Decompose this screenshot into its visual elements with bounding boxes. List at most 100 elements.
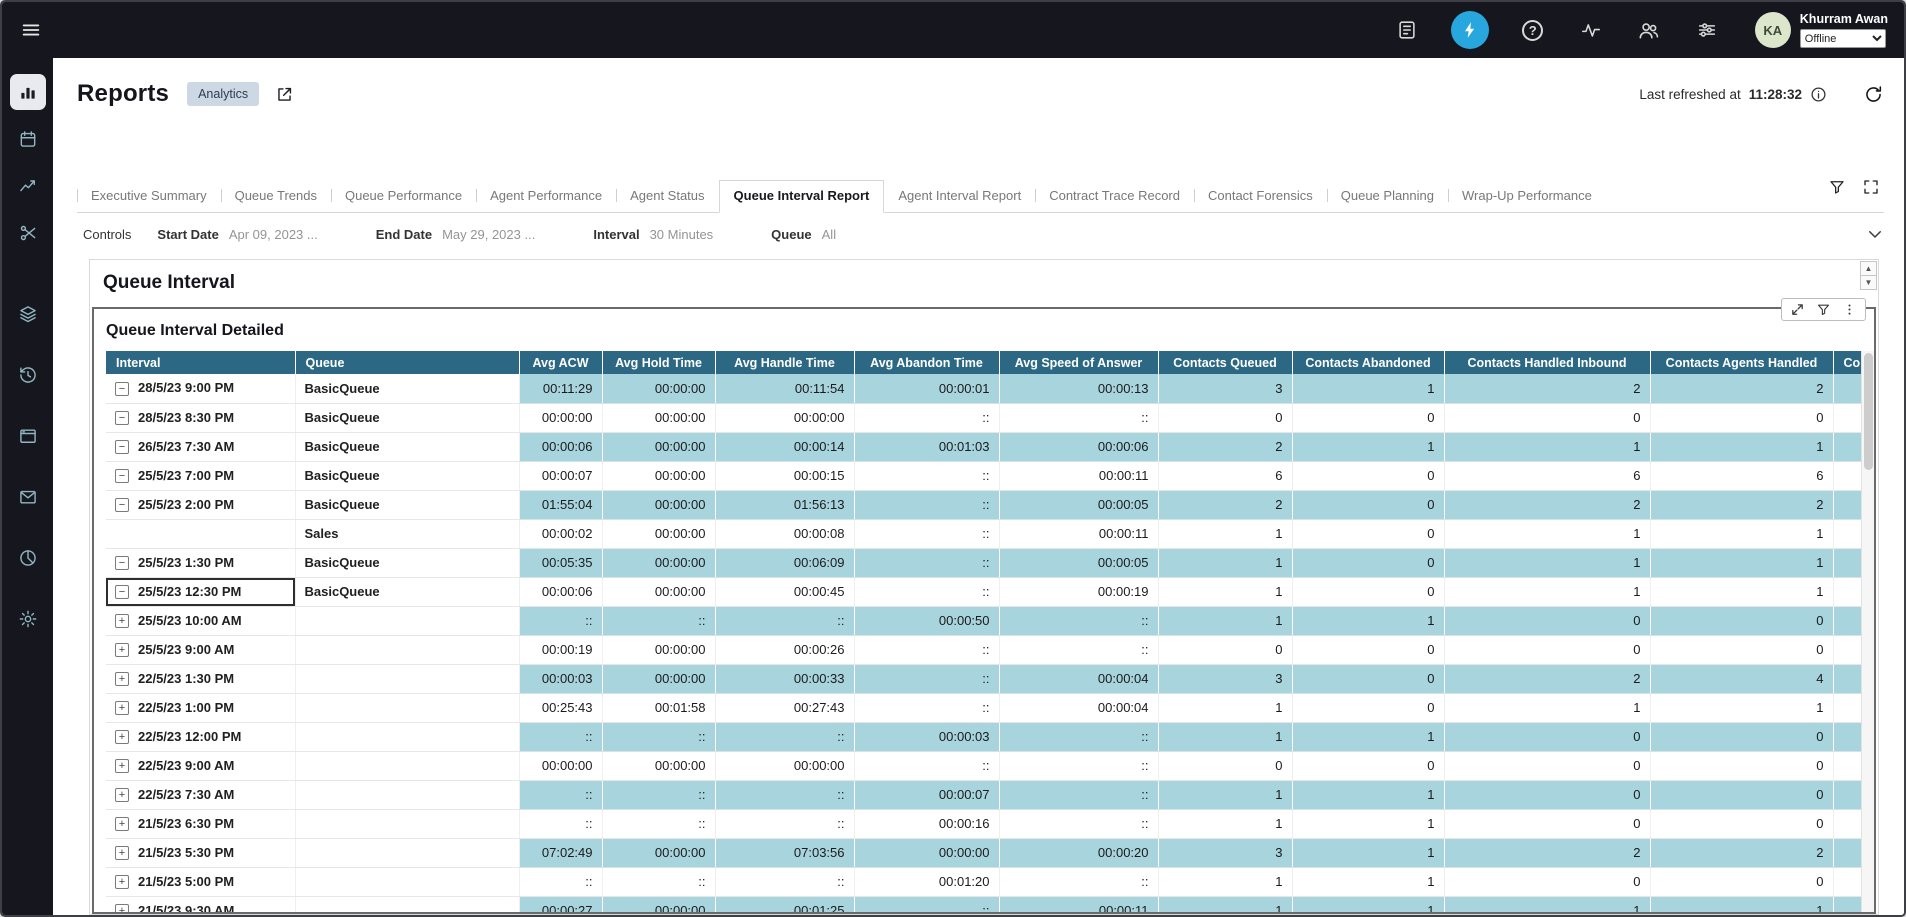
value-cell[interactable]: 00:06:09 [715, 548, 854, 577]
value-cell[interactable]: 0 [1292, 490, 1444, 519]
collapse-row-icon[interactable]: − [115, 382, 129, 396]
value-cell[interactable]: :: [602, 606, 715, 635]
value-cell[interactable]: 1 [1292, 374, 1444, 403]
value-cell[interactable]: 0 [1650, 780, 1833, 809]
column-header-co[interactable]: Co [1833, 351, 1861, 374]
interval-cell[interactable]: +21/5/23 5:00 PM [106, 867, 295, 896]
value-cell[interactable]: 00:00:04 [999, 693, 1158, 722]
scrollbar-thumb[interactable] [1864, 353, 1873, 470]
value-cell[interactable]: :: [715, 867, 854, 896]
value-cell[interactable]: 00:01:58 [602, 693, 715, 722]
value-cell[interactable]: 1 [1292, 780, 1444, 809]
control-start-date[interactable]: Start DateApr 09, 2023 ... [157, 227, 317, 242]
value-cell[interactable]: 00:00:14 [715, 432, 854, 461]
tab-agent-performance[interactable]: Agent Performance [476, 181, 616, 212]
collapse-row-icon[interactable]: − [115, 440, 129, 454]
value-cell[interactable]: 6 [1444, 461, 1650, 490]
interval-cell[interactable]: −25/5/23 1:30 PM [106, 548, 295, 577]
value-cell[interactable]: 00:00:00 [602, 548, 715, 577]
column-header-interval[interactable]: Interval [106, 351, 295, 374]
value-cell[interactable]: 0 [1292, 664, 1444, 693]
tab-queue-performance[interactable]: Queue Performance [331, 181, 476, 212]
value-cell[interactable]: 2 [1650, 490, 1833, 519]
value-cell[interactable]: 2 [1444, 664, 1650, 693]
value-cell[interactable]: 1 [1650, 519, 1833, 548]
value-cell[interactable]: 0 [1650, 722, 1833, 751]
queue-cell[interactable] [295, 809, 519, 838]
queue-cell[interactable]: BasicQueue [295, 432, 519, 461]
lightning-icon[interactable] [1451, 11, 1489, 49]
value-cell[interactable]: 00:00:02 [519, 519, 602, 548]
tab-contract-trace-record[interactable]: Contract Trace Record [1035, 181, 1194, 212]
tab-contact-forensics[interactable]: Contact Forensics [1194, 181, 1327, 212]
value-cell[interactable]: 00:00:50 [854, 606, 999, 635]
value-cell[interactable]: 0 [1158, 403, 1292, 432]
filter-icon[interactable] [1828, 178, 1846, 196]
queue-cell[interactable]: BasicQueue [295, 374, 519, 403]
value-cell[interactable]: 00:00:00 [602, 896, 715, 912]
value-cell[interactable]: :: [999, 751, 1158, 780]
scroll-up-button[interactable]: ▲ [1860, 261, 1877, 276]
sidebar-item-settings[interactable] [10, 601, 46, 637]
value-cell[interactable]: 0 [1292, 751, 1444, 780]
value-cell[interactable]: 0 [1444, 722, 1650, 751]
value-cell[interactable]: 1 [1158, 809, 1292, 838]
collapse-row-icon[interactable]: − [115, 556, 129, 570]
value-cell[interactable]: 00:00:27 [519, 896, 602, 912]
tab-queue-planning[interactable]: Queue Planning [1327, 181, 1448, 212]
interval-cell[interactable]: −25/5/23 7:00 PM [106, 461, 295, 490]
control-queue[interactable]: QueueAll [771, 227, 836, 242]
column-header-contacts-abandoned[interactable]: Contacts Abandoned [1292, 351, 1444, 374]
control-interval[interactable]: Interval30 Minutes [593, 227, 713, 242]
interval-cell[interactable]: +25/5/23 9:00 AM [106, 635, 295, 664]
sidebar-item-layers[interactable] [10, 296, 46, 332]
value-cell[interactable]: 1 [1444, 519, 1650, 548]
value-cell[interactable]: :: [854, 548, 999, 577]
value-cell[interactable]: 00:00:00 [602, 374, 715, 403]
value-cell[interactable]: 0 [1444, 403, 1650, 432]
value-cell[interactable]: 0 [1292, 548, 1444, 577]
value-cell[interactable]: :: [854, 664, 999, 693]
users-icon[interactable] [1635, 16, 1663, 44]
value-cell[interactable]: :: [854, 577, 999, 606]
value-cell[interactable]: :: [602, 780, 715, 809]
info-icon[interactable] [1810, 86, 1827, 103]
value-cell[interactable]: :: [854, 519, 999, 548]
interval-cell[interactable]: +22/5/23 7:30 AM [106, 780, 295, 809]
value-cell[interactable]: 00:00:07 [854, 780, 999, 809]
queue-cell[interactable]: BasicQueue [295, 548, 519, 577]
control-end-date[interactable]: End DateMay 29, 2023 ... [376, 227, 536, 242]
collapse-row-icon[interactable]: − [115, 498, 129, 512]
value-cell[interactable]: 00:00:00 [519, 751, 602, 780]
queue-cell[interactable]: Sales [295, 519, 519, 548]
value-cell[interactable]: 00:00:08 [715, 519, 854, 548]
column-header-contacts-agents-handled[interactable]: Contacts Agents Handled [1650, 351, 1833, 374]
value-cell[interactable]: 00:00:15 [715, 461, 854, 490]
table-scrollbar[interactable] [1861, 351, 1874, 912]
value-cell[interactable]: 1 [1158, 548, 1292, 577]
value-cell[interactable]: 00:00:00 [602, 461, 715, 490]
scroll-down-button[interactable]: ▼ [1860, 275, 1877, 290]
expand-row-icon[interactable]: + [115, 904, 129, 912]
value-cell[interactable]: :: [602, 809, 715, 838]
value-cell[interactable]: 00:00:06 [519, 432, 602, 461]
interval-cell[interactable]: +21/5/23 5:30 PM [106, 838, 295, 867]
status-select[interactable]: Offline [1800, 29, 1886, 48]
value-cell[interactable]: 6 [1158, 461, 1292, 490]
expand-row-icon[interactable]: + [115, 643, 129, 657]
value-cell[interactable]: :: [999, 403, 1158, 432]
value-cell[interactable]: 3 [1158, 374, 1292, 403]
value-cell[interactable]: 0 [1292, 461, 1444, 490]
value-cell[interactable]: 0 [1444, 867, 1650, 896]
value-cell[interactable]: 0 [1650, 606, 1833, 635]
sidebar-item-mail[interactable] [10, 479, 46, 515]
column-header-avg-hold-time[interactable]: Avg Hold Time [602, 351, 715, 374]
value-cell[interactable]: 00:00:00 [519, 403, 602, 432]
collapse-row-icon[interactable]: − [115, 411, 129, 425]
value-cell[interactable]: 0 [1158, 751, 1292, 780]
expand-row-icon[interactable]: + [115, 846, 129, 860]
value-cell[interactable]: 07:03:56 [715, 838, 854, 867]
value-cell[interactable]: 1 [1444, 548, 1650, 577]
collapse-row-icon[interactable]: − [115, 585, 129, 599]
value-cell[interactable]: :: [854, 403, 999, 432]
